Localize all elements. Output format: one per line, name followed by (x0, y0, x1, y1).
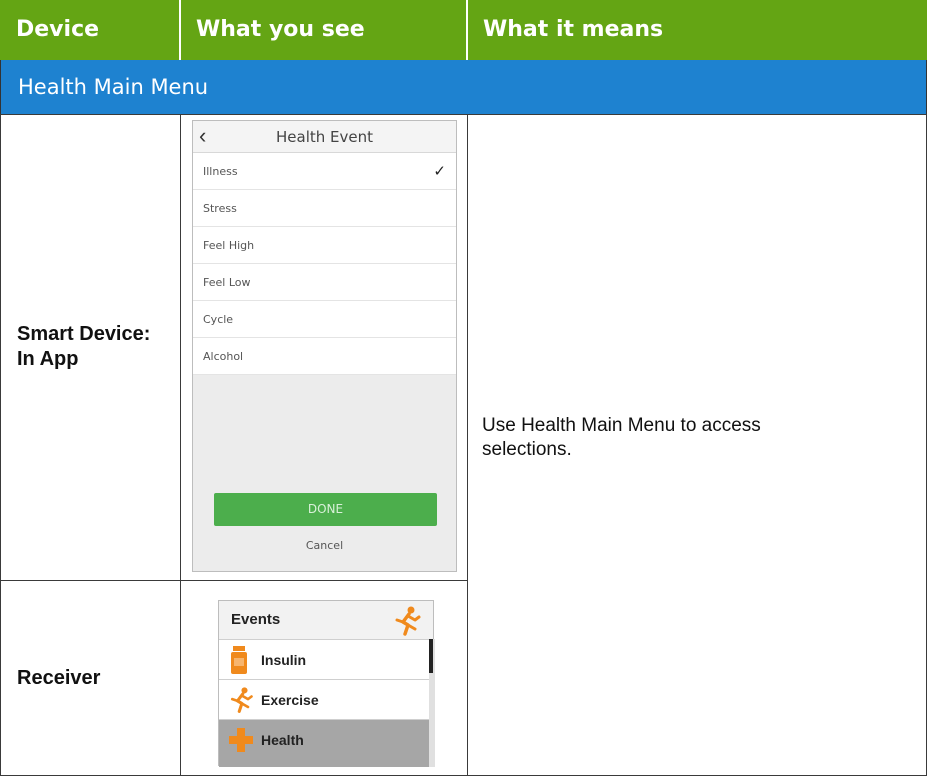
health-event-list: Illness ✓ Stress Feel High Feel Low Cycl… (193, 153, 456, 375)
cancel-button[interactable]: Cancel (193, 539, 456, 552)
list-item-label: Feel Low (203, 276, 251, 289)
back-chevron-icon[interactable]: ‹ (199, 123, 206, 149)
receiver-scroll-thumb[interactable] (429, 639, 433, 673)
list-item-cycle[interactable]: Cycle (193, 301, 456, 338)
device-smart-device: Smart Device: In App (17, 323, 151, 370)
receiver-title: Events (231, 611, 281, 628)
receiver-item-insulin[interactable]: Insulin (219, 639, 429, 679)
device-receiver: Receiver (17, 667, 101, 689)
receiver-item-health[interactable]: Health (219, 719, 429, 767)
list-item-alcohol[interactable]: Alcohol (193, 338, 456, 375)
phone-header: Health Event ‹ (193, 121, 456, 153)
list-item-label: Alcohol (203, 350, 244, 363)
list-item-feel-high[interactable]: Feel High (193, 227, 456, 264)
health-menu-table: Device What you see What it means Health… (0, 0, 927, 776)
grid-line (0, 114, 1, 776)
receiver-header: Events (219, 601, 433, 639)
list-item-feel-low[interactable]: Feel Low (193, 264, 456, 301)
grid-line (180, 114, 181, 776)
receiver-events-screen: Events Insulin Exercise Health (218, 600, 435, 767)
phone-health-event-screen: Health Event ‹ Illness ✓ Stress Feel Hig… (192, 120, 457, 572)
meaning-text: Use Health Main Menu to access selection… (482, 415, 761, 460)
receiver-scrollbar[interactable] (429, 639, 435, 767)
grid-line (0, 580, 467, 581)
receiver-item-label: Health (261, 732, 304, 748)
health-cross-icon (229, 728, 253, 752)
list-item-label: Stress (203, 202, 237, 215)
list-item-label: Illness (203, 165, 238, 178)
table-header-row: Device What you see What it means (0, 0, 927, 60)
exercise-runner-icon (230, 687, 253, 713)
grid-line (467, 114, 468, 776)
checkmark-icon: ✓ (433, 162, 446, 180)
insulin-vial-icon (231, 646, 247, 674)
list-item-label: Feel High (203, 239, 255, 252)
header-what-you-see: What you see (196, 17, 365, 42)
list-item-illness[interactable]: Illness ✓ (193, 153, 456, 190)
header-what-it-means: What it means (483, 17, 664, 42)
done-button[interactable]: DONE (214, 493, 437, 526)
list-item-stress[interactable]: Stress (193, 190, 456, 227)
header-device: Device (16, 17, 100, 42)
receiver-item-label: Insulin (261, 652, 307, 668)
grid-line (0, 114, 927, 115)
receiver-item-exercise[interactable]: Exercise (219, 679, 429, 719)
phone-title: Health Event (276, 128, 373, 146)
list-item-label: Cycle (203, 313, 234, 326)
section-title: Health Main Menu (0, 60, 927, 114)
exercise-runner-icon (395, 606, 421, 636)
receiver-item-label: Exercise (261, 692, 319, 708)
